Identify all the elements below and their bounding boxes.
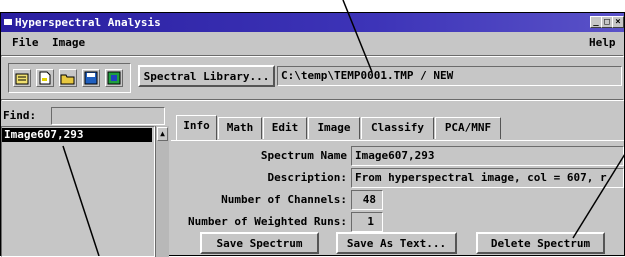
image-icon[interactable] — [105, 69, 123, 87]
tab-classify[interactable]: Classify — [361, 117, 434, 139]
find-label: Find: — [3, 109, 37, 122]
tab-edit[interactable]: Edit — [263, 117, 307, 139]
spectrum-list[interactable]: Image607,293 — [1, 126, 155, 257]
notebook-icon[interactable] — [13, 69, 31, 87]
spectrum-name-label: Spectrum Name — [260, 149, 347, 162]
system-menu-icon[interactable] — [4, 19, 12, 25]
tab-panel-border — [171, 140, 624, 141]
menu-file[interactable]: File — [12, 36, 39, 49]
tab-image[interactable]: Image — [308, 117, 360, 139]
toolbar-divider — [1, 99, 624, 101]
save-as-text-button[interactable]: Save As Text... — [336, 232, 457, 254]
weighted-runs-label: Number of Weighted Runs: — [188, 215, 347, 228]
menu-divider — [1, 55, 624, 57]
title-bar: Hyperspectral Analysis _ □ × — [1, 13, 624, 32]
spectrum-name-field[interactable]: Image607,293 — [351, 146, 624, 166]
tab-math[interactable]: Math — [218, 117, 262, 139]
close-icon[interactable]: × — [612, 16, 624, 28]
channels-field[interactable]: 48 — [351, 190, 383, 210]
menu-image[interactable]: Image — [52, 36, 85, 49]
scroll-up-icon[interactable]: ▲ — [157, 127, 168, 141]
save-disk-icon[interactable] — [82, 69, 100, 87]
find-input[interactable] — [51, 107, 165, 125]
description-label: Description: — [267, 171, 347, 184]
spectral-library-button[interactable]: Spectral Library... — [138, 65, 275, 87]
new-file-icon[interactable] — [36, 69, 54, 87]
tab-info[interactable]: Info — [176, 115, 217, 140]
save-spectrum-button[interactable]: Save Spectrum — [200, 232, 319, 254]
list-scrollbar[interactable]: ▲ — [155, 126, 169, 257]
delete-spectrum-button[interactable]: Delete Spectrum — [476, 232, 605, 254]
open-folder-icon[interactable] — [59, 69, 77, 87]
description-field[interactable]: From hyperspectral image, col = 607, r — [351, 168, 624, 188]
list-item[interactable]: Image607,293 — [2, 128, 152, 142]
weighted-runs-field[interactable]: 1 — [351, 212, 383, 232]
tab-pca-mnf[interactable]: PCA/MNF — [435, 117, 501, 139]
channels-label: Number of Channels: — [221, 193, 347, 206]
hyperspectral-window: Hyperspectral Analysis _ □ × File Image … — [0, 12, 625, 257]
library-path-field[interactable]: C:\temp\TEMP0001.TMP / NEW — [277, 66, 622, 86]
window-title: Hyperspectral Analysis — [15, 16, 161, 29]
menu-bar: File Image Help — [1, 32, 624, 54]
menu-help[interactable]: Help — [589, 36, 616, 49]
